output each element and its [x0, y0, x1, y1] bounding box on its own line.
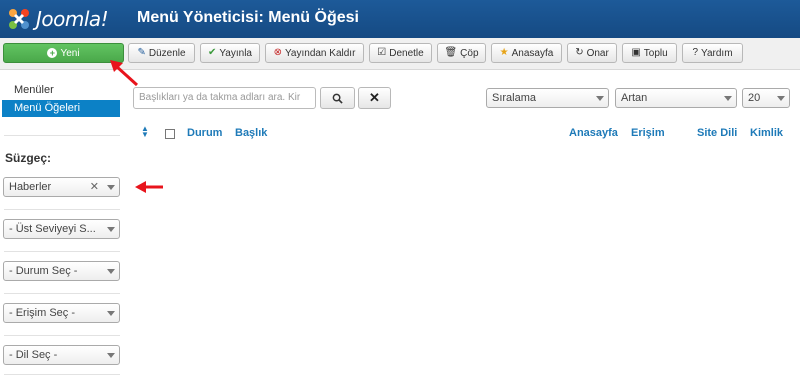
- unpublish-button[interactable]: ⊗ Yayından Kaldır: [265, 43, 364, 63]
- logo-text: Joomla!: [36, 7, 109, 31]
- checkin-button[interactable]: ☑ Denetle: [369, 43, 432, 63]
- help-button[interactable]: ? Yardım: [682, 43, 743, 63]
- column-access[interactable]: Erişim: [631, 127, 665, 139]
- menu-filter-value: Haberler: [9, 181, 52, 193]
- joomla-logo-icon: [9, 9, 29, 29]
- language-value: - Dil Seç -: [9, 349, 58, 361]
- help-icon: ?: [692, 47, 699, 58]
- sidebar-divider: [4, 293, 120, 294]
- chevron-down-icon: [596, 96, 604, 101]
- search-placeholder: Başlıkları ya da takma adları ara. Kir: [139, 92, 301, 103]
- sidebar-divider: [4, 335, 120, 336]
- sidebar-divider: [4, 251, 120, 252]
- status-value: - Durum Seç -: [9, 265, 78, 277]
- chevron-down-icon: [107, 353, 115, 358]
- annotation-arrow-icon: [135, 181, 163, 193]
- sidebar-item-menu-items[interactable]: Menü Öğeleri: [2, 100, 120, 117]
- column-status[interactable]: Durum: [187, 127, 222, 139]
- unpublish-button-label: Yayından Kaldır: [284, 47, 356, 59]
- search-icon: [332, 93, 343, 104]
- home-button-label: Anasayfa: [511, 47, 554, 59]
- language-select[interactable]: - Dil Seç -: [3, 345, 120, 365]
- sidebar-divider: [4, 209, 120, 210]
- column-title[interactable]: Başlık: [235, 127, 267, 139]
- trash-button[interactable]: 🗑 Çöp: [437, 43, 486, 63]
- star-icon: ★: [499, 47, 509, 58]
- sidebar-divider: [4, 374, 120, 375]
- chevron-down-icon: [107, 185, 115, 190]
- publish-button[interactable]: ✔ Yayınla: [200, 43, 260, 63]
- ordering-value: Sıralama: [492, 92, 537, 104]
- top-header: Joomla! Menü Yöneticisi: Menü Öğesi: [0, 0, 800, 38]
- status-select[interactable]: - Durum Seç -: [3, 261, 120, 281]
- batch-button-label: Toplu: [643, 47, 668, 59]
- sidebar-divider: [4, 135, 120, 136]
- sort-icon[interactable]: ▲ ▼: [141, 125, 149, 139]
- edit-button-label: Düzenle: [148, 47, 186, 59]
- access-select[interactable]: - Erişim Seç -: [3, 303, 120, 323]
- new-button-label: Yeni: [60, 47, 80, 59]
- joomla-logo[interactable]: Joomla!: [6, 4, 109, 34]
- chevron-down-icon: [107, 227, 115, 232]
- check-icon: ✔: [207, 47, 217, 58]
- rebuild-button-label: Onar: [586, 47, 609, 59]
- limit-value: 20: [748, 92, 761, 104]
- chevron-down-icon: [107, 311, 115, 316]
- batch-icon: ▣: [631, 47, 641, 58]
- checkin-button-label: Denetle: [389, 47, 424, 59]
- column-home[interactable]: Anasayfa: [569, 127, 618, 139]
- home-button[interactable]: ★ Anasayfa: [491, 43, 562, 63]
- chevron-down-icon: [107, 269, 115, 274]
- publish-button-label: Yayınla: [219, 47, 252, 59]
- column-id[interactable]: Kimlik: [750, 127, 783, 139]
- trash-icon: 🗑: [444, 47, 458, 58]
- plus-circle-icon: +: [47, 48, 58, 58]
- page-title: Menü Yöneticisi: Menü Öğesi: [137, 9, 359, 26]
- search-button[interactable]: [320, 87, 355, 109]
- rebuild-button[interactable]: ↻ Onar: [567, 43, 617, 63]
- access-value: - Erişim Seç -: [9, 307, 75, 319]
- parent-level-value: - Üst Seviyeyi S...: [9, 223, 96, 235]
- trash-button-label: Çöp: [460, 47, 479, 59]
- sidebar-item-menus[interactable]: Menüler: [2, 82, 120, 99]
- annotation-arrow-icon: [110, 60, 139, 87]
- search-input[interactable]: Başlıkları ya da takma adları ara. Kir: [133, 87, 316, 109]
- direction-select[interactable]: Artan: [615, 88, 737, 108]
- clear-search-button[interactable]: ✕: [358, 87, 391, 109]
- column-language[interactable]: Site Dili: [697, 127, 737, 139]
- checkbox-icon: ☑: [377, 47, 387, 58]
- limit-select[interactable]: 20: [742, 88, 790, 108]
- menu-filter-select[interactable]: Haberler ✕: [3, 177, 120, 197]
- direction-value: Artan: [621, 92, 648, 104]
- chevron-down-icon: [777, 96, 785, 101]
- refresh-icon: ↻: [575, 47, 584, 58]
- close-icon: ✕: [369, 90, 380, 105]
- batch-button[interactable]: ▣ Toplu: [622, 43, 677, 63]
- parent-level-select[interactable]: - Üst Seviyeyi S...: [3, 219, 120, 239]
- ordering-select[interactable]: Sıralama: [486, 88, 609, 108]
- help-button-label: Yardım: [701, 47, 733, 59]
- chevron-down-icon: [724, 96, 732, 101]
- select-all-checkbox[interactable]: [165, 129, 175, 139]
- clear-icon[interactable]: ✕: [90, 178, 99, 196]
- cancel-circle-icon: ⊗: [273, 47, 282, 58]
- filter-title: Süzgeç:: [5, 151, 52, 165]
